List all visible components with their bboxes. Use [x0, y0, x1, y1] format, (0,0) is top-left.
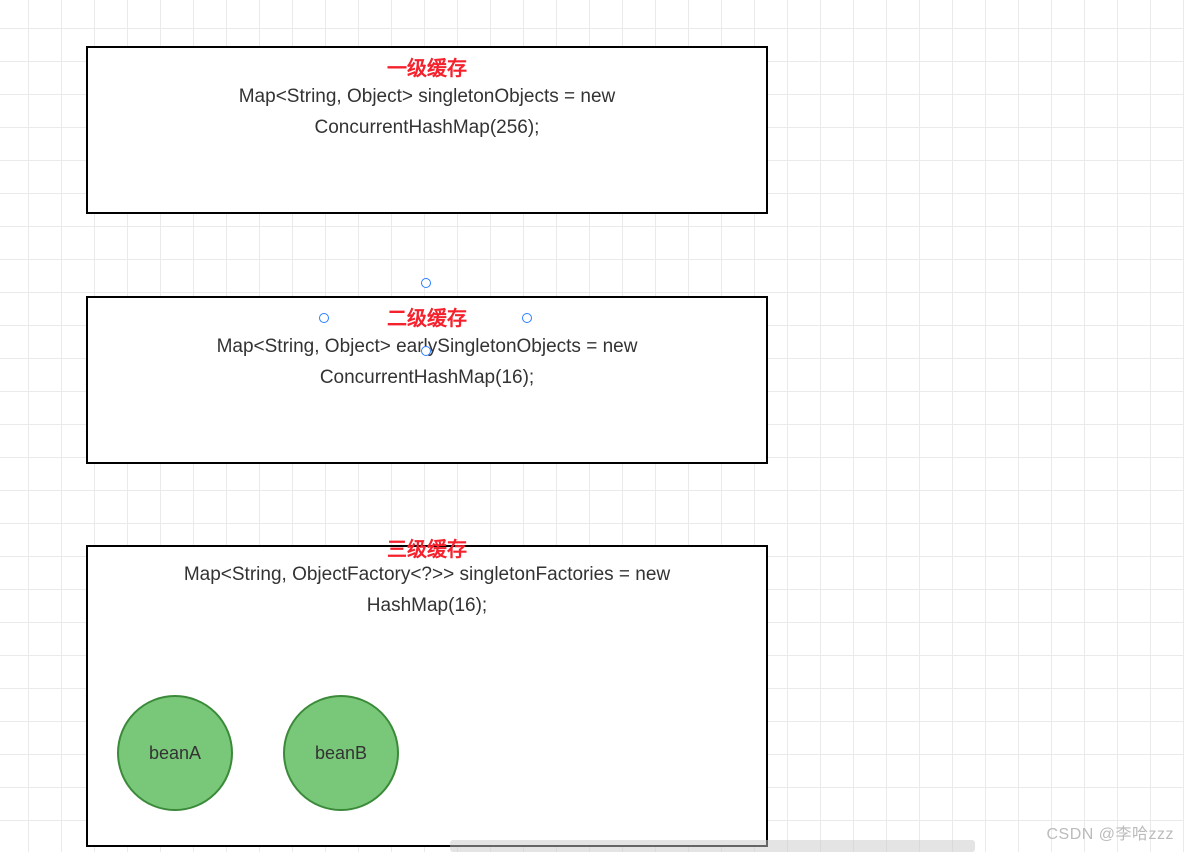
watermark: CSDN @李哈zzz [1046, 820, 1174, 844]
horizontal-scrollbar[interactable] [450, 840, 975, 852]
selection-handle-top[interactable] [421, 278, 431, 288]
code-level-1-line-2: ConcurrentHashMap(256); [88, 112, 766, 143]
code-level-3-line-1: Map<String, ObjectFactory<?>> singletonF… [88, 547, 766, 590]
selection-handle-bottom[interactable] [421, 346, 431, 356]
bean-a-label: beanA [149, 743, 201, 764]
code-level-2-line-2: ConcurrentHashMap(16); [88, 362, 766, 393]
code-level-1-line-1: Map<String, Object> singletonObjects = n… [88, 81, 766, 112]
bean-b-label: beanB [315, 743, 367, 764]
box-level-3-cache: 三级缓存 Map<String, ObjectFactory<?>> singl… [86, 545, 768, 847]
title-level-2: 二级缓存 [88, 298, 766, 331]
selection-handle-left[interactable] [319, 313, 329, 323]
box-level-1-cache: 一级缓存 Map<String, Object> singletonObject… [86, 46, 768, 214]
title-level-1: 一级缓存 [88, 48, 766, 81]
selection-handle-right[interactable] [522, 313, 532, 323]
bean-b-node: beanB [283, 695, 399, 811]
box-level-2-cache[interactable]: 二级缓存 Map<String, Object> earlySingletonO… [86, 296, 768, 464]
bean-a-node: beanA [117, 695, 233, 811]
code-level-3-line-2: HashMap(16); [88, 590, 766, 621]
